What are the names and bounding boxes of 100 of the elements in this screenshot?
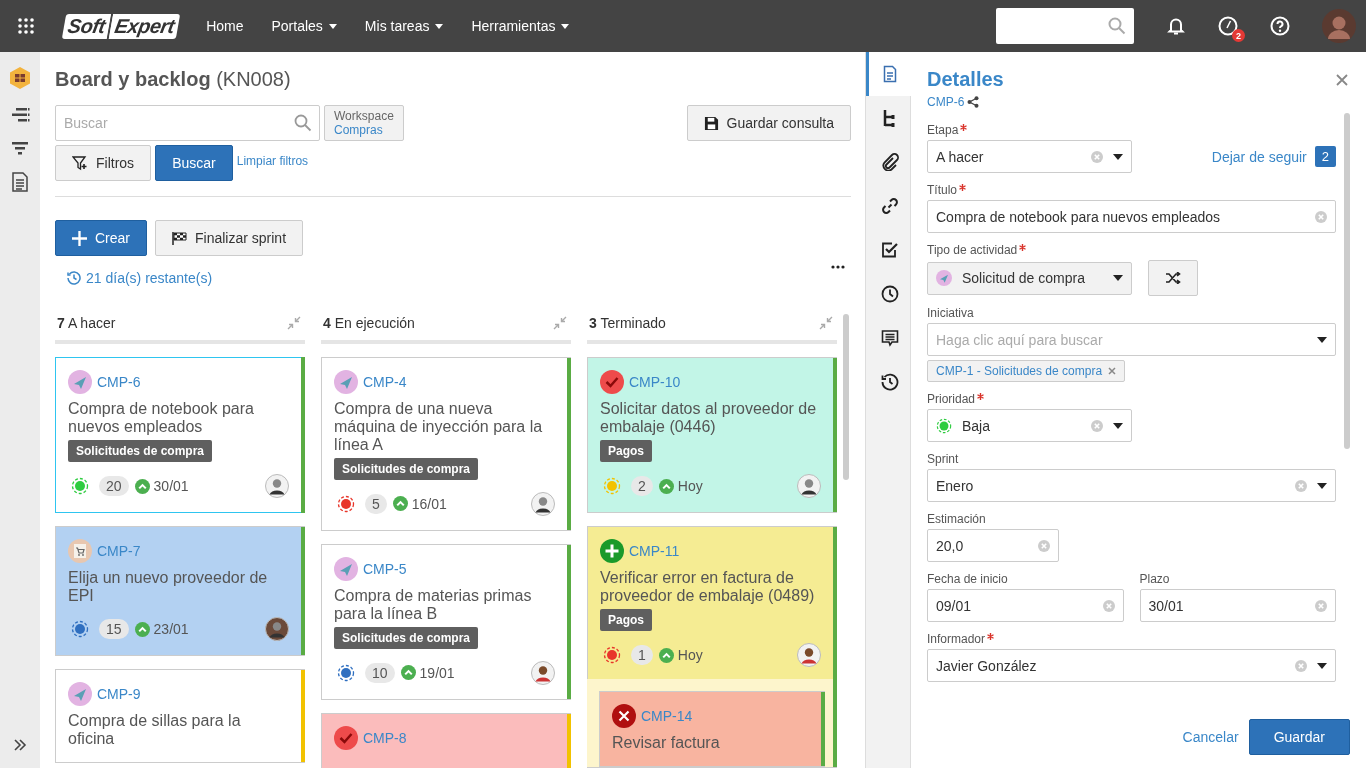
chevron-up-icon: [658, 647, 674, 663]
task-card[interactable]: CMP-10 Solicitar datos al proveedor de embalaje (0446) Pagos 2 Hoy: [587, 357, 837, 513]
close-icon[interactable]: [1336, 73, 1348, 86]
task-card[interactable]: CMP-5 Compra de materias primas para la línea B Solicitudes de compra 10 19/01: [321, 543, 571, 700]
more-options-icon[interactable]: [831, 265, 845, 269]
share-icon[interactable]: [967, 96, 980, 108]
start-date-field[interactable]: 09/01: [927, 589, 1124, 622]
estimate-field[interactable]: 20,0: [927, 529, 1059, 562]
task-tag: Solicitudes de compra: [334, 457, 479, 480]
board-hexagon-icon[interactable]: [8, 66, 32, 90]
caret-icon[interactable]: [1113, 275, 1123, 281]
story-points: 5: [365, 493, 387, 514]
field-label: Sprint: [927, 452, 959, 466]
search-icon: [1108, 17, 1126, 35]
field-value: Javier González: [936, 657, 1038, 674]
priority-select[interactable]: Baja: [927, 409, 1132, 442]
chip-text: CMP-1 - Solicitudes de compra: [936, 364, 1103, 378]
task-card[interactable]: CMP-4 Compra de una nueva máquina de inyección para la línea A Solicitudes de compra 5 16/01: [321, 356, 571, 531]
field-label: Informador: [927, 632, 986, 646]
nav-menu-item[interactable]: Home: [192, 0, 258, 52]
expand-icon[interactable]: [13, 738, 27, 752]
nav-menu-item[interactable]: Portales: [257, 0, 351, 52]
paperclip-icon: [880, 153, 899, 171]
paper-plane-icon: [68, 682, 92, 706]
task-card[interactable]: CMP-6 Compra de notebook para nuevos empleados Solicitudes de compra 20 30/01: [55, 357, 305, 513]
help-icon[interactable]: [1270, 16, 1290, 36]
filters-button[interactable]: Filtros: [55, 145, 152, 181]
initiative-chip[interactable]: CMP-1 - Solicitudes de compra: [927, 360, 1126, 382]
caret-icon[interactable]: [1317, 336, 1327, 343]
report-icon[interactable]: [11, 172, 29, 192]
clear-filters-link[interactable]: Limpiar filtros: [236, 154, 309, 168]
due-date: 19/01: [419, 664, 455, 681]
caret-icon[interactable]: [1113, 153, 1123, 160]
cart-icon: [68, 539, 92, 563]
search-button[interactable]: Buscar: [155, 145, 233, 181]
task-id[interactable]: CMP-6: [97, 374, 141, 390]
plus-icon: [600, 539, 624, 563]
task-id[interactable]: CMP-4: [363, 373, 407, 390]
field-label: Título: [927, 183, 957, 197]
column-title: 4 En ejecución: [323, 314, 415, 331]
paper-plane-icon: [68, 370, 92, 394]
task-card[interactable]: CMP-14 Revisar factura: [599, 691, 825, 767]
due-date: Hoy: [677, 478, 703, 494]
comment-icon: [880, 329, 899, 347]
user-avatar[interactable]: [1322, 9, 1356, 43]
search-field[interactable]: Buscar: [55, 105, 320, 141]
page-title: Board y backlog (KN008): [55, 68, 292, 91]
task-card[interactable]: CMP-7 Elija un nuevo proveedor de EPI 15 23/01: [55, 526, 305, 656]
workspace-value: Compras: [334, 123, 384, 137]
task-card[interactable]: CMP-11 Verificar error en factura de proveedor de embalaje (0489) Pagos 1 Hoy CMP-14 Revisar factura: [587, 526, 837, 768]
link-icon: [880, 197, 899, 215]
compass-icon[interactable]: [1218, 16, 1238, 36]
field-value: A hacer: [936, 148, 985, 165]
unfollow-link[interactable]: Dejar de seguir: [1211, 148, 1307, 165]
task-id[interactable]: CMP-5: [363, 560, 407, 577]
filter-icon[interactable]: [11, 140, 29, 156]
remove-icon[interactable]: [1108, 367, 1117, 375]
due-date: Hoy: [677, 647, 703, 663]
activity-type-select[interactable]: Solicitud de compra: [927, 261, 1132, 295]
story-points: 15: [99, 619, 129, 639]
save-query-button[interactable]: Guardar consulta: [686, 105, 851, 141]
cancel-link[interactable]: Cancelar: [1182, 729, 1239, 745]
paper-plane-icon: [334, 369, 358, 394]
apps-grid-icon[interactable]: [18, 18, 34, 34]
save-button[interactable]: Guardar: [1248, 719, 1350, 755]
nav-menu-item[interactable]: Mis tareas: [350, 0, 458, 52]
panel-title: Detalles: [927, 68, 1004, 91]
task-id[interactable]: CMP-10: [629, 374, 681, 390]
caret-icon[interactable]: [1317, 482, 1327, 489]
field-value: Solicitud de compra: [962, 270, 1086, 286]
task-card[interactable]: CMP-9 Compra de sillas para la oficina: [55, 669, 305, 763]
stage-select[interactable]: A hacer: [927, 140, 1132, 173]
backlog-list-icon[interactable]: [10, 106, 30, 124]
global-search-field[interactable]: [996, 8, 1134, 44]
column-title: 3 Terminado: [589, 315, 666, 331]
scrollbar[interactable]: [843, 314, 849, 480]
finish-sprint-button[interactable]: Finalizar sprint: [155, 220, 304, 256]
deadline-field[interactable]: 30/01: [1139, 589, 1336, 622]
task-title: Elija un nuevo proveedor de EPI: [68, 569, 269, 605]
sprint-select[interactable]: Enero: [927, 469, 1336, 502]
item-reference-link[interactable]: CMP-6: [927, 95, 965, 109]
caret-icon[interactable]: [1113, 422, 1123, 429]
nav-menu-item[interactable]: Herramientas: [457, 0, 584, 52]
task-tag: Solicitudes de compra: [68, 440, 213, 462]
form-scrollbar[interactable]: [1344, 113, 1350, 449]
task-id[interactable]: CMP-9: [97, 686, 141, 702]
task-id[interactable]: CMP-11: [629, 543, 680, 559]
caret-icon[interactable]: [1317, 662, 1327, 669]
workspace-selector[interactable]: Workspace Compras: [324, 105, 404, 141]
story-points: 10: [365, 662, 395, 683]
task-title: Compra de sillas para la oficina: [68, 712, 242, 748]
create-button[interactable]: Crear: [55, 220, 147, 256]
check-icon: [600, 370, 624, 394]
reporter-select[interactable]: Javier González: [927, 649, 1336, 682]
chevron-up-icon: [400, 665, 416, 681]
task-tag: Pagos: [600, 440, 652, 462]
check-icon: [334, 725, 358, 750]
bell-icon[interactable]: [1166, 16, 1186, 36]
shuffle-button[interactable]: [1148, 260, 1198, 296]
title-field[interactable]: Compra de notebook para nuevos empleados: [927, 200, 1336, 233]
